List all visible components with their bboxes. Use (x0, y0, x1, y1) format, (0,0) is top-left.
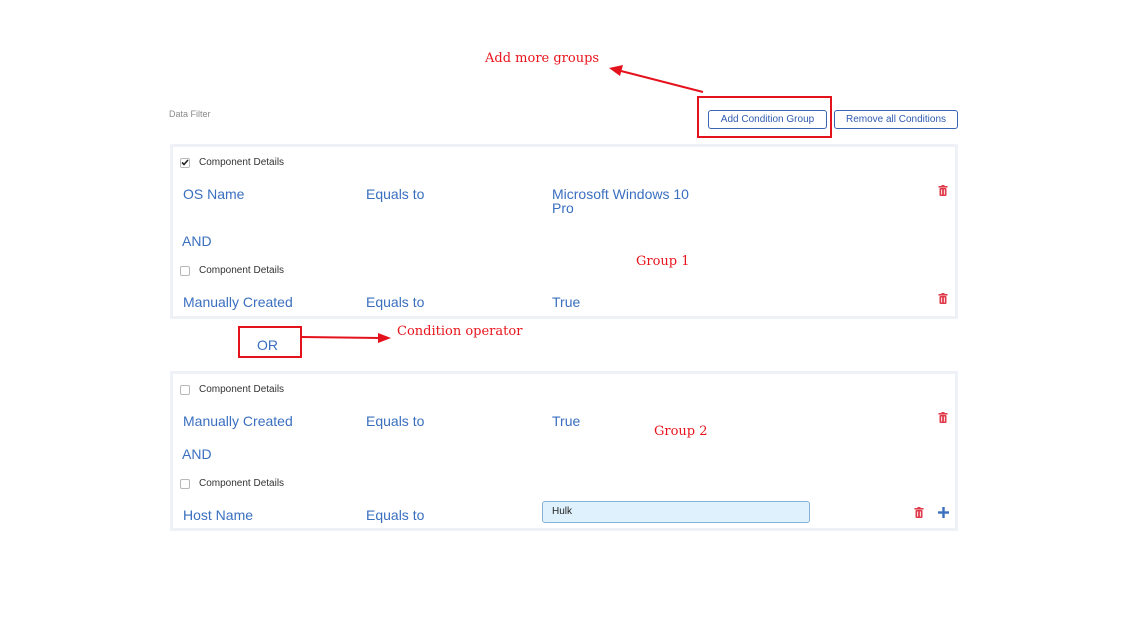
annotation-highlight-or (238, 326, 302, 358)
condition-4-checkbox-row[interactable]: Component Details (180, 478, 284, 489)
condition-value: True (552, 413, 581, 429)
condition-value: Microsoft Windows 10 Pro (552, 186, 689, 216)
annotation-group-1: Group 1 (636, 254, 690, 269)
condition-operator: Equals to (366, 507, 425, 523)
condition-2-checkbox-row[interactable]: Component Details (180, 265, 284, 276)
annotation-highlight-add-group (697, 96, 832, 138)
condition-operator: Equals to (366, 294, 425, 310)
and-joiner[interactable]: AND (182, 234, 212, 248)
checkbox-label: Component Details (199, 478, 285, 489)
checkbox-unchecked[interactable] (180, 478, 190, 489)
condition-group-1: Component Details OS Name Equals to Micr… (170, 144, 958, 319)
condition-group-2: Component Details Manually Created Equal… (170, 371, 958, 531)
annotation-group-2: Group 2 (654, 424, 708, 439)
checkbox-label: Component Details (199, 384, 285, 395)
checkbox-checked[interactable] (180, 157, 190, 168)
arrow-head-icon (609, 65, 623, 76)
annotation-arrow-add-group (620, 70, 704, 93)
checkbox-unchecked[interactable] (180, 265, 190, 276)
checkbox-label: Component Details (199, 265, 285, 276)
trash-icon[interactable] (938, 412, 948, 423)
annotation-arrow-condition-operator (301, 336, 381, 339)
trash-icon[interactable] (938, 185, 948, 196)
remove-all-conditions-button[interactable]: Remove all Conditions (834, 110, 958, 129)
check-icon (181, 159, 189, 166)
and-joiner[interactable]: AND (182, 447, 212, 461)
condition-operator: Equals to (366, 186, 425, 202)
condition-field: Manually Created (183, 413, 293, 429)
condition-value: True (552, 294, 581, 310)
annotation-add-more-groups: Add more groups (485, 51, 600, 66)
condition-field: Manually Created (183, 294, 293, 310)
annotation-condition-operator: Condition operator (397, 324, 523, 339)
data-filter-label: Data Filter (169, 109, 211, 119)
plus-icon[interactable] (938, 507, 949, 518)
checkbox-label: Component Details (199, 157, 285, 168)
condition-operator: Equals to (366, 413, 425, 429)
checkbox-unchecked[interactable] (180, 384, 190, 395)
arrow-head-icon (378, 333, 391, 343)
trash-icon[interactable] (938, 293, 948, 304)
trash-icon[interactable] (914, 507, 924, 518)
condition-3-checkbox-row[interactable]: Component Details (180, 384, 284, 395)
condition-field: Host Name (183, 507, 254, 523)
condition-field: OS Name (183, 186, 245, 202)
condition-1-checkbox-row[interactable]: Component Details (180, 157, 284, 168)
host-name-value-input[interactable]: Hulk (542, 501, 810, 523)
